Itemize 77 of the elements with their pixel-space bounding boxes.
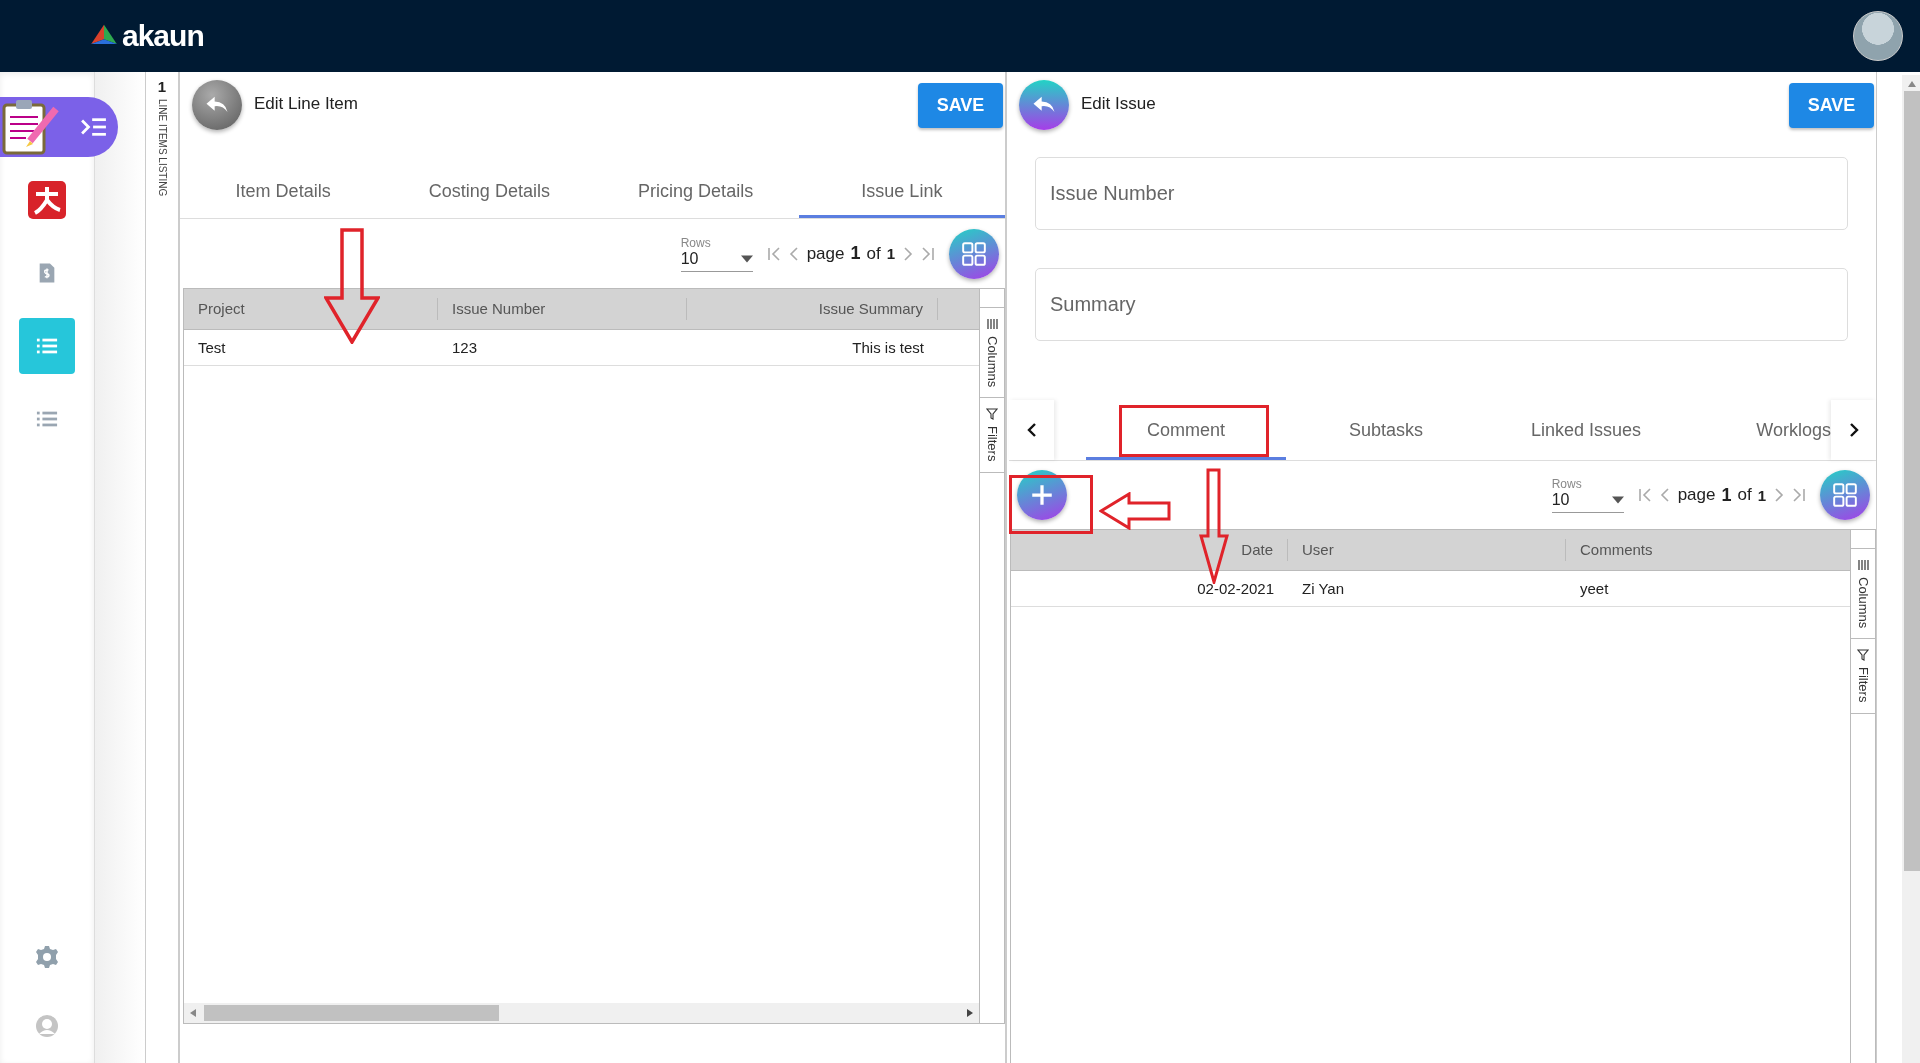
page-of-label: of <box>866 243 881 264</box>
table-cell-text: Test <box>197 339 227 356</box>
grid-view-button[interactable] <box>1820 470 1870 520</box>
last-page-icon[interactable] <box>1792 487 1806 503</box>
chevron-right-icon <box>1848 422 1859 438</box>
first-page-icon[interactable] <box>1637 487 1652 503</box>
scroll-left-icon[interactable] <box>190 1009 196 1017</box>
page-number: 1 <box>850 243 861 264</box>
add-button[interactable] <box>1017 470 1067 520</box>
logo-text: akaun <box>122 19 204 53</box>
next-page-icon[interactable] <box>1772 487 1786 503</box>
scroll-left-button[interactable] <box>1009 400 1054 460</box>
tab[interactable]: Issue Link <box>798 165 1005 218</box>
column-header[interactable]: Comments <box>1566 539 1836 561</box>
filter-icon <box>986 408 998 421</box>
caret-icon <box>1611 496 1624 504</box>
columns-icon <box>986 318 998 330</box>
table-cell-text: 02-02-2021 <box>1196 580 1275 597</box>
rows-label: Rows <box>680 235 712 250</box>
arrow-annotation <box>1099 492 1171 530</box>
filter-icon <box>1857 649 1869 662</box>
save-button[interactable]: SAVE <box>1789 83 1874 128</box>
scroll-right-icon[interactable] <box>967 1009 973 1017</box>
page-total: 1 <box>886 245 895 262</box>
scroll-right-button[interactable] <box>1831 400 1876 460</box>
column-header[interactable]: Issue Summary <box>687 298 938 320</box>
tab[interactable]: Subtasks <box>1286 400 1486 460</box>
plus-icon <box>1029 482 1055 508</box>
column-header[interactable]: User <box>1288 539 1566 561</box>
page-number: 1 <box>1721 484 1732 506</box>
user-icon[interactable] <box>35 1014 59 1038</box>
tab[interactable]: Item Details <box>180 165 387 218</box>
last-page-icon[interactable] <box>921 245 935 262</box>
input-field[interactable]: Issue Number <box>1035 157 1848 230</box>
tab[interactable]: Linked Issues <box>1486 400 1686 460</box>
app-menu-tab[interactable] <box>0 97 118 157</box>
table-cell-text: Zi Yan <box>1301 580 1345 597</box>
caret-icon <box>740 254 753 263</box>
tab[interactable]: Costing Details <box>386 165 593 218</box>
table-cell-text: 123 <box>451 339 479 356</box>
tab[interactable]: Worklogs <box>1686 400 1831 460</box>
column-header[interactable]: Date <box>1011 539 1288 561</box>
save-button[interactable]: SAVE <box>918 83 1003 128</box>
sidebar-item[interactable] <box>19 318 75 374</box>
grid-icon <box>1832 482 1858 508</box>
scroll-up-icon[interactable] <box>1908 81 1916 87</box>
back-button[interactable] <box>192 80 242 130</box>
panel-title: Edit Line Item <box>254 94 358 114</box>
page-of-label: of <box>1737 485 1752 505</box>
first-page-icon[interactable] <box>766 245 781 262</box>
page-label: page <box>806 243 845 264</box>
back-button[interactable] <box>1019 80 1069 130</box>
page-total: 1 <box>1757 486 1766 504</box>
tab[interactable]: Pricing Details <box>592 165 799 218</box>
listing-count: 1 <box>157 78 167 95</box>
menu-collapse-icon <box>80 116 108 138</box>
horizontal-scrollbar[interactable] <box>184 1003 979 1023</box>
table-cell-text: This is test <box>851 339 925 356</box>
vertical-scrollbar[interactable] <box>1902 75 1920 1063</box>
grid-icon <box>961 240 987 267</box>
tab[interactable]: Comment <box>1086 400 1286 460</box>
column-header[interactable]: Project <box>184 298 438 320</box>
panel-title: Edit Issue <box>1081 94 1156 114</box>
settings-icon[interactable] <box>35 945 59 969</box>
columns-icon <box>1857 559 1869 571</box>
input-field[interactable]: Summary <box>1035 268 1848 341</box>
table-cell-text: yeet <box>1579 580 1610 597</box>
rows-select[interactable]: 10 <box>1551 491 1624 513</box>
rows-label: Rows <box>1551 477 1583 491</box>
listing-label[interactable]: LINE ITEMS LISTING <box>156 99 168 197</box>
next-page-icon[interactable] <box>901 245 915 262</box>
page-label: page <box>1677 485 1716 505</box>
chevron-left-icon <box>1026 422 1037 438</box>
rows-select[interactable]: 10 <box>680 249 753 272</box>
column-header[interactable]: Issue Number <box>438 298 687 320</box>
avatar[interactable] <box>1853 11 1903 61</box>
grid-view-button[interactable] <box>949 228 999 279</box>
